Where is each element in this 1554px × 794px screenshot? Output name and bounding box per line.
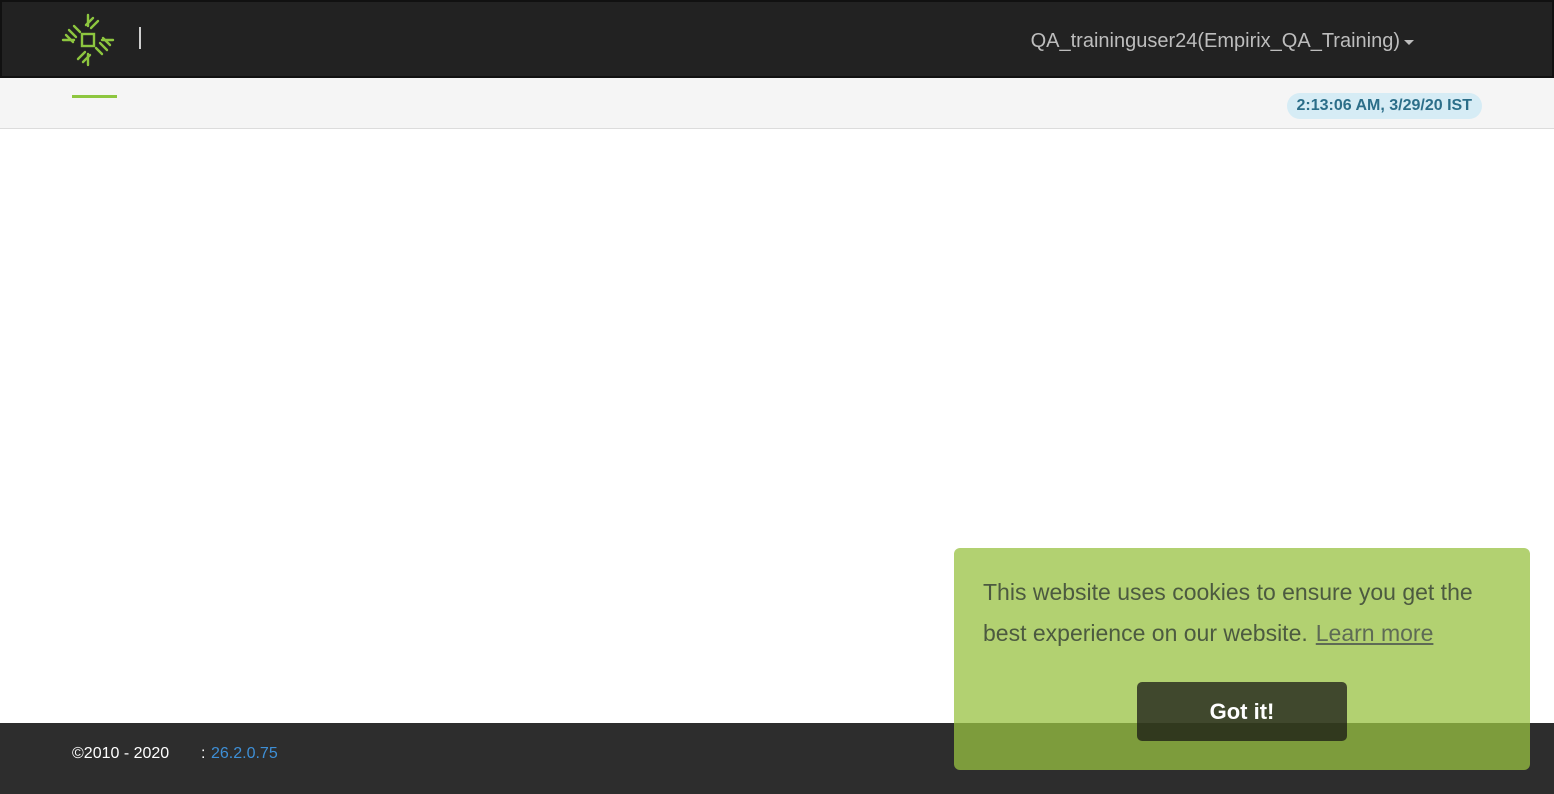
copyright-text: ©2010 - 2020 [72, 745, 170, 762]
cookie-message: This website uses cookies to ensure you … [983, 572, 1501, 654]
version-link[interactable]: 26.2.0.75 [211, 745, 278, 763]
learn-more-link[interactable]: Learn more [1316, 620, 1434, 646]
logo-divider [139, 27, 141, 49]
active-tab-indicator [72, 95, 117, 98]
empirix-logo-icon[interactable] [60, 12, 116, 68]
cookie-consent-banner: This website uses cookies to ensure you … [954, 548, 1530, 770]
caret-down-icon [1404, 39, 1414, 45]
top-navbar: QA_traininguser24(Empirix_QA_Training) [0, 0, 1554, 78]
sub-navbar: 2:13:06 AM, 3/29/20 IST [0, 78, 1554, 129]
got-it-button[interactable]: Got it! [1137, 682, 1347, 741]
current-time-badge: 2:13:06 AM, 3/29/20 IST [1286, 93, 1482, 119]
user-account-label: QA_traininguser24(Empirix_QA_Training) [1030, 30, 1400, 52]
version-separator: : [201, 745, 206, 762]
user-account-menu[interactable]: QA_traininguser24(Empirix_QA_Training) [1031, 29, 1414, 53]
